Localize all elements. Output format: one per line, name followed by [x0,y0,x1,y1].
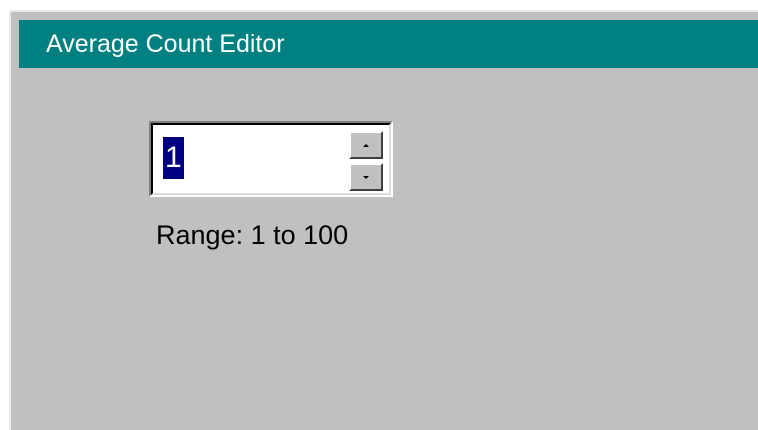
average-count-spinbox[interactable]: 1 [149,121,393,197]
editor-window: Average Count Editor 1 Range: 1 to 100 [9,10,758,430]
spin-down-button[interactable] [349,163,383,191]
spinbox-field[interactable]: 1 [151,123,391,195]
average-count-input[interactable]: 1 [163,137,184,179]
spin-up-arrow-icon [363,143,369,147]
spin-up-button[interactable] [349,131,383,159]
title-bar: Average Count Editor [19,20,758,68]
range-label: Range: 1 to 100 [156,220,349,250]
spin-down-arrow-icon [363,175,369,179]
window-title: Average Count Editor [46,29,285,58]
